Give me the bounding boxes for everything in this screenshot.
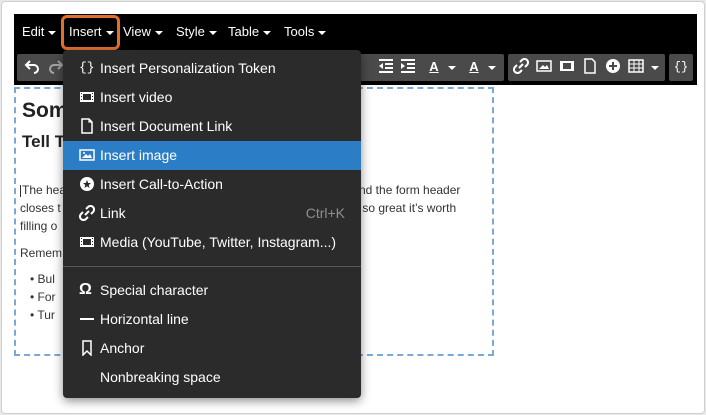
menu-tools[interactable]: Tools: [284, 24, 327, 40]
film-icon: [79, 89, 95, 105]
menu-item-media[interactable]: Media (YouTube, Twitter, Instagram...): [63, 228, 361, 257]
menu-item-nonbreaking-space[interactable]: Nonbreaking space: [63, 363, 361, 392]
menu-style-label: Style: [176, 24, 205, 39]
menu-item-special-character[interactable]: Ω Special character: [63, 276, 361, 305]
paragraph-line-1-right: nd the form header: [359, 183, 461, 197]
outdent-icon[interactable]: [377, 58, 395, 76]
menu-item-label: Insert image: [100, 147, 178, 163]
menu-item-label: Nonbreaking space: [100, 369, 221, 385]
chevron-down-icon[interactable]: [483, 58, 501, 76]
menu-style[interactable]: Style: [176, 24, 217, 40]
menu-item-insert-personalization-token[interactable]: {} Insert Personalization Token: [63, 54, 361, 83]
chevron-down-icon[interactable]: [443, 58, 461, 76]
paragraph-line-2-right: s so great it’s worth: [353, 201, 457, 215]
undo-icon[interactable]: [23, 58, 41, 76]
toolbar-group-insert: [508, 54, 665, 81]
list-item-text: For: [37, 290, 56, 304]
menu-divider: [63, 266, 361, 267]
chevron-down-icon: [154, 30, 163, 35]
menu-edit-label: Edit: [22, 24, 45, 39]
table-icon[interactable]: [627, 58, 645, 76]
content-heading-1: Som: [22, 99, 68, 122]
menu-item-insert-image[interactable]: Insert image: [63, 141, 361, 170]
menu-item-label: Media (YouTube, Twitter, Instagram...): [100, 234, 337, 250]
insert-dropdown-menu: {} Insert Personalization Token Insert v…: [63, 50, 361, 398]
menu-table[interactable]: Table: [228, 24, 272, 40]
menu-item-label: Insert Document Link: [100, 118, 233, 134]
link-shortcut: Ctrl+K: [305, 205, 345, 221]
content-paragraph-line-1: The hea: [20, 181, 66, 199]
menu-item-label: Link: [100, 205, 126, 221]
menu-edit[interactable]: Edit: [22, 24, 57, 40]
braces-icon: {}: [79, 60, 95, 75]
menu-item-insert-document-link[interactable]: Insert Document Link: [63, 112, 361, 141]
content-remember-text: Remem: [20, 246, 63, 260]
list-item: • Tur: [30, 308, 55, 322]
menu-item-insert-call-to-action[interactable]: Insert Call-to-Action: [63, 170, 361, 199]
menu-item-anchor[interactable]: Anchor: [63, 334, 361, 363]
menu-view[interactable]: View: [123, 24, 163, 40]
chevron-down-icon: [208, 30, 217, 35]
content-heading-2: Tell T: [22, 132, 66, 151]
insert-menu-highlight: [61, 15, 120, 50]
cta-icon: [79, 176, 95, 192]
chevron-down-icon: [318, 30, 327, 35]
image-icon[interactable]: [535, 58, 553, 76]
paragraph-line-1-left: The hea: [22, 183, 67, 197]
menu-item-link[interactable]: Link Ctrl+K: [63, 199, 361, 228]
braces-icon[interactable]: {}: [672, 58, 690, 76]
link-icon[interactable]: [512, 57, 530, 76]
menu-item-label: Special character: [100, 282, 209, 298]
menu-item-label: Insert Call-to-Action: [100, 176, 223, 192]
image-icon: [79, 147, 95, 163]
menu-item-label: Anchor: [100, 340, 145, 356]
list-item: • Bul: [30, 272, 55, 286]
list-item-text: Tur: [37, 308, 55, 322]
menu-item-label: Insert video: [100, 89, 173, 105]
list-item: • For: [30, 290, 56, 304]
text-color-icon[interactable]: A: [425, 58, 443, 76]
document-icon[interactable]: [581, 58, 599, 76]
indent-icon[interactable]: [399, 58, 417, 76]
list-item-text: Bul: [37, 272, 55, 286]
horizontal-line-icon: [79, 311, 95, 327]
paragraph-line-3-left: filling o: [20, 219, 58, 233]
menu-item-horizontal-line[interactable]: Horizontal line: [63, 305, 361, 334]
chevron-down-icon: [48, 30, 57, 35]
menu-item-insert-video[interactable]: Insert video: [63, 83, 361, 112]
toolbar-group-format: A A: [359, 54, 504, 81]
app-window: Edit Insert View Style Table Tools A A {…: [1, 1, 705, 414]
menu-view-label: View: [123, 24, 151, 39]
cta-icon[interactable]: [604, 58, 622, 76]
menu-tools-label: Tools: [284, 24, 315, 39]
omega-icon: Ω: [79, 281, 92, 298]
bookmark-icon: [79, 340, 95, 356]
link-icon: [79, 205, 95, 221]
toolbar-group-token: {}: [669, 54, 693, 81]
menu-item-label: Horizontal line: [100, 311, 189, 327]
document-icon: [79, 118, 95, 134]
chevron-down-icon[interactable]: [646, 58, 664, 76]
text-cursor: [20, 184, 21, 197]
chevron-down-icon: [263, 30, 272, 35]
film-icon[interactable]: [558, 58, 576, 76]
paragraph-line-2-left: closes t: [20, 201, 61, 215]
menu-item-label: Insert Personalization Token: [100, 60, 276, 76]
background-color-icon[interactable]: A: [465, 58, 483, 76]
film-icon: [79, 234, 95, 250]
menu-table-label: Table: [228, 24, 260, 39]
